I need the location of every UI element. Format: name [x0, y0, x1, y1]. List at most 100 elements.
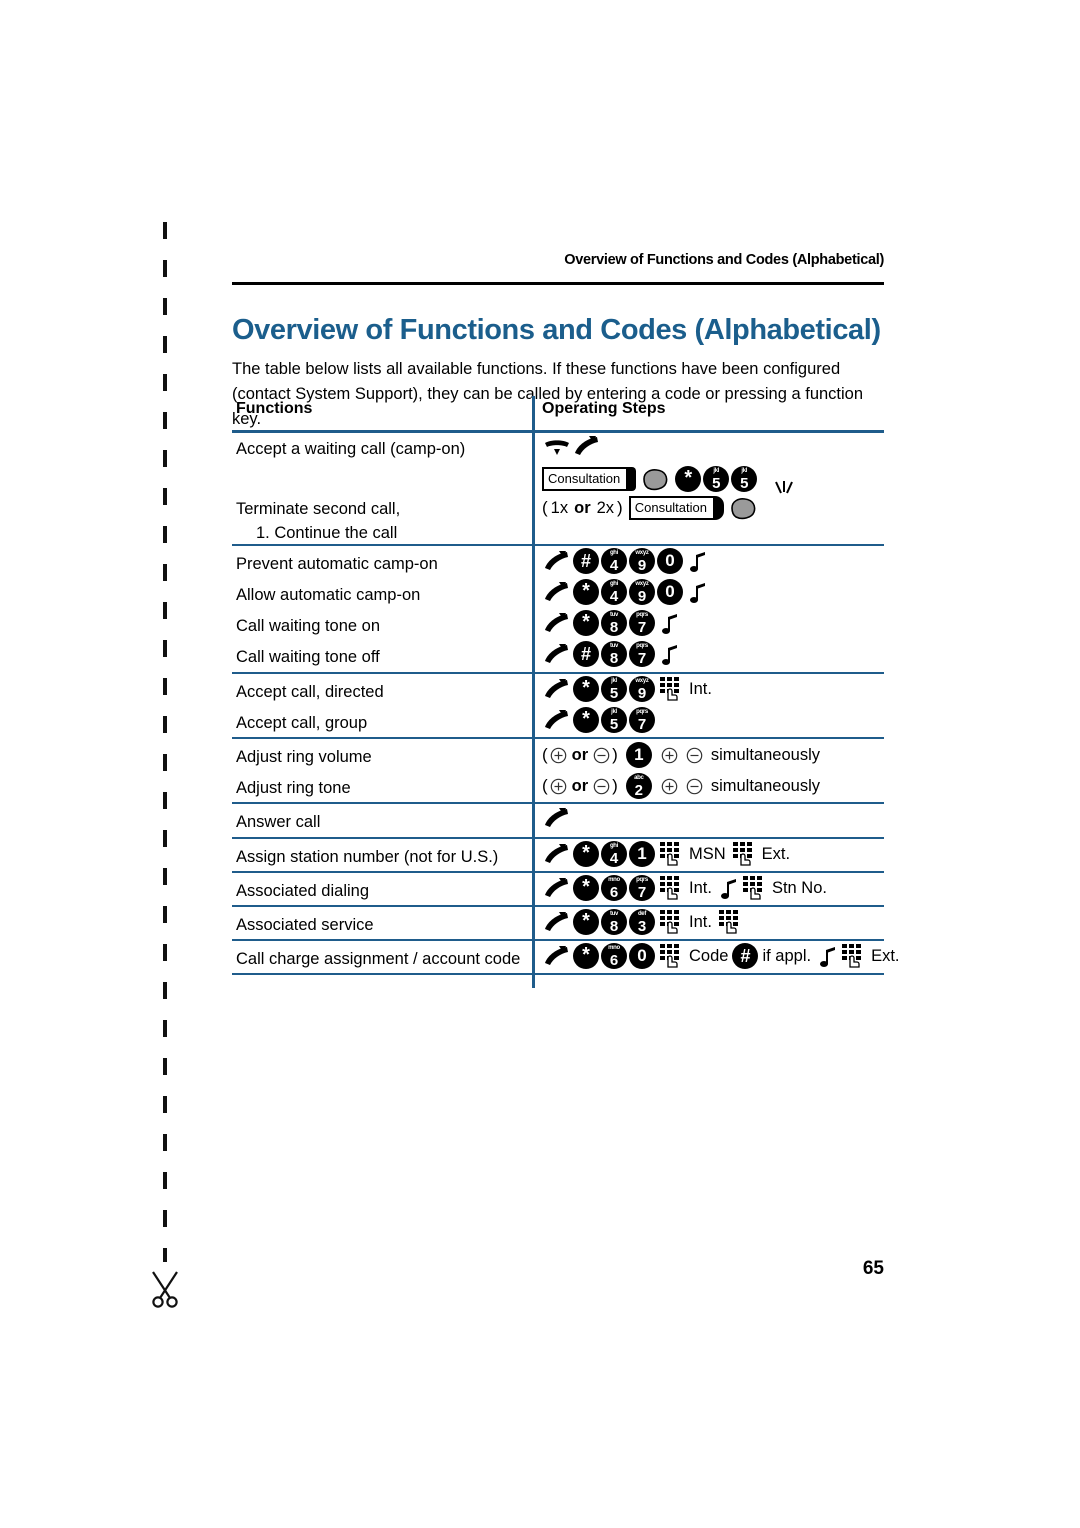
key-star[interactable]: *: [573, 676, 599, 702]
table-row-sub: 1. Continue the call: [256, 524, 398, 542]
table-row: Associated dialing: [236, 882, 369, 900]
key-star[interactable]: *: [573, 875, 599, 901]
key-6[interactable]: mno 6: [601, 943, 627, 969]
step-label: Stn No.: [771, 878, 827, 897]
volume-minus-icon[interactable]: [593, 778, 610, 795]
volume-paren-open: (: [542, 776, 548, 795]
table-row: Answer call: [236, 813, 321, 831]
key-0[interactable]: 0: [629, 943, 655, 969]
consultation-key-label: Consultation: [628, 496, 715, 520]
step-label: Code: [689, 946, 729, 965]
operating-steps: * ghi 4 wxyz 9 0: [542, 579, 708, 605]
key-5[interactable]: jkl 5: [703, 466, 730, 492]
tone-icon: [690, 583, 705, 603]
volume-paren-close: ): [612, 776, 618, 795]
table-rule: [232, 430, 884, 433]
key-9[interactable]: wxyz 9: [629, 676, 655, 702]
key-4[interactable]: ghi 4: [601, 841, 627, 867]
table-rule: [232, 802, 884, 804]
key-3[interactable]: def 3: [629, 909, 655, 935]
lift-handset-icon: [545, 844, 568, 863]
key-9[interactable]: wxyz 9: [629, 579, 655, 605]
key-flash-icon: [774, 481, 793, 494]
key-7[interactable]: pqrs 7: [629, 610, 655, 636]
key-5[interactable]: jkl 5: [601, 676, 627, 702]
press-count-1x: 1x: [550, 498, 569, 517]
lift-handset-icon: [545, 613, 568, 632]
key-0[interactable]: 0: [657, 548, 683, 574]
key-7[interactable]: pqrs 7: [629, 641, 655, 667]
lift-handset-icon: [545, 710, 568, 729]
column-divider: [532, 396, 535, 988]
key-6[interactable]: mno 6: [601, 875, 627, 901]
step-label: Ext.: [761, 844, 791, 863]
table-row: Prevent automatic camp-on: [236, 555, 438, 573]
header-rule: [232, 282, 884, 285]
key-star[interactable]: *: [573, 909, 599, 935]
press-count-2x: 2x: [596, 498, 615, 517]
key-4[interactable]: ghi 4: [601, 579, 627, 605]
keypad-entry-icon: [742, 876, 762, 900]
table-row: Accept call, group: [236, 714, 368, 732]
volume-minus-icon[interactable]: [593, 747, 610, 764]
consultation-key[interactable]: Consultation: [542, 467, 637, 491]
table-rule: [232, 737, 884, 739]
step-label: Ext.: [871, 946, 900, 965]
press-count-open: (: [542, 498, 548, 517]
volume-plus-icon[interactable]: [550, 747, 567, 764]
key-7[interactable]: pqrs 7: [629, 875, 655, 901]
table-header-row: Functions Operating Steps: [232, 396, 884, 428]
operating-steps: * tuv 8 def 3 Int.: [542, 909, 745, 935]
table-row: Adjust ring volume: [236, 748, 372, 766]
key-4[interactable]: ghi 4: [601, 548, 627, 574]
table-row: Associated service: [236, 916, 374, 934]
key-9[interactable]: wxyz 9: [629, 548, 655, 574]
keypad-entry-icon: [660, 842, 679, 866]
key-1[interactable]: 1: [629, 841, 655, 867]
volume-plus-icon[interactable]: [661, 778, 678, 795]
key-5[interactable]: jkl 5: [601, 707, 627, 733]
key-hash[interactable]: #: [573, 548, 599, 574]
hang-up-handset-icon: [545, 440, 569, 455]
key-star[interactable]: *: [573, 841, 599, 867]
keypad-entry-icon: [732, 842, 752, 866]
consultation-key[interactable]: Consultation: [628, 496, 724, 520]
key-1[interactable]: 1: [625, 742, 652, 768]
volume-plus-icon[interactable]: [661, 747, 678, 764]
key-star[interactable]: *: [573, 579, 599, 605]
led-indicator-icon: [731, 497, 756, 519]
tone-icon: [662, 614, 677, 634]
key-hash[interactable]: #: [573, 641, 599, 667]
volume-paren-open: (: [542, 745, 548, 764]
operating-steps: * mno 6 pqrs 7 Int. Stn No.: [542, 875, 830, 901]
page-title: Overview of Functions and Codes (Alphabe…: [232, 314, 881, 347]
table-row: Assign station number (not for U.S.): [236, 848, 499, 866]
key-7[interactable]: pqrs 7: [629, 707, 655, 733]
key-star[interactable]: *: [675, 466, 702, 492]
lift-handset-icon: [575, 436, 598, 455]
key-hash[interactable]: #: [732, 943, 759, 969]
volume-plus-icon[interactable]: [550, 778, 567, 795]
page-number: 65: [862, 1258, 884, 1279]
volume-minus-icon[interactable]: [686, 747, 703, 764]
key-8[interactable]: tuv 8: [601, 641, 627, 667]
lift-handset-icon: [545, 878, 568, 897]
step-label: if appl.: [762, 946, 812, 965]
operating-steps: * mno 6 0 Code # if appl. Ext.: [542, 943, 903, 969]
column-header-functions: Functions: [236, 400, 313, 417]
volume-paren-close: ): [612, 745, 618, 764]
key-8[interactable]: tuv 8: [601, 909, 627, 935]
volume-minus-icon[interactable]: [686, 778, 703, 795]
key-star[interactable]: *: [573, 610, 599, 636]
column-header-operating-steps: Operating Steps: [542, 400, 666, 417]
key-0[interactable]: 0: [657, 579, 683, 605]
key-5[interactable]: jkl 5: [731, 466, 758, 492]
table-rule: [232, 905, 884, 907]
key-star[interactable]: *: [573, 707, 599, 733]
key-8[interactable]: tuv 8: [601, 610, 627, 636]
key-star[interactable]: *: [573, 943, 599, 969]
lift-handset-icon: [545, 551, 568, 570]
table-row: Accept call, directed: [236, 683, 384, 701]
key-2[interactable]: abc 2: [625, 773, 652, 799]
operating-steps: * jkl 5 wxyz 9 Int.: [542, 676, 715, 702]
